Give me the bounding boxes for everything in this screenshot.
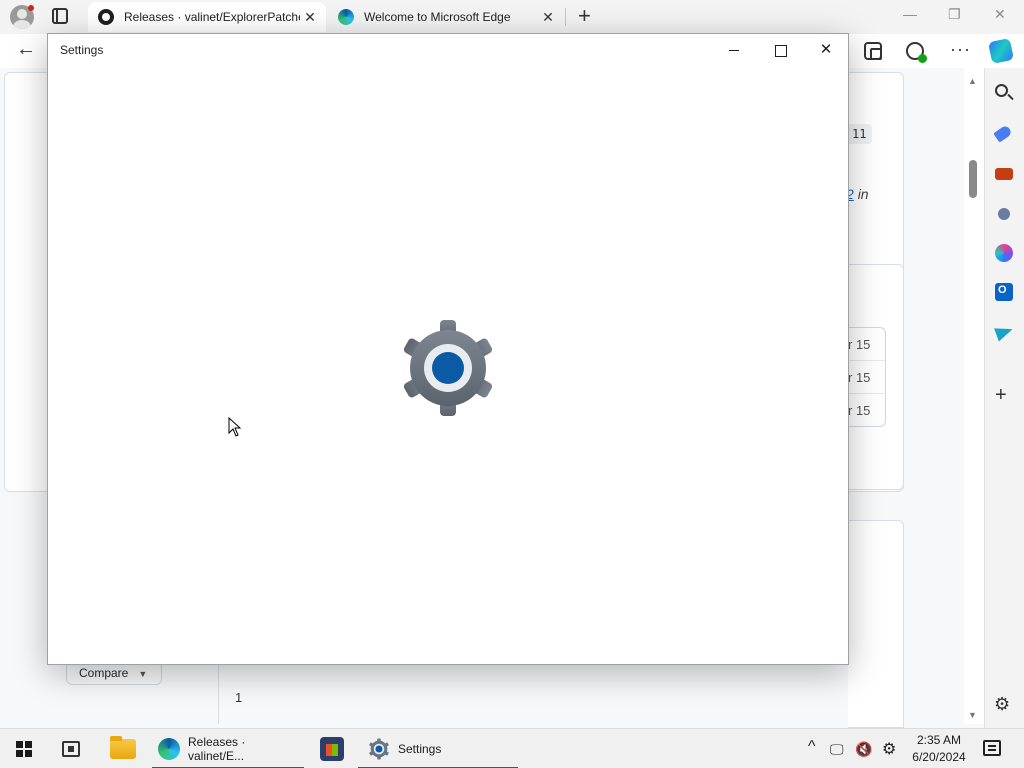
clock-date: 6/20/2024 (912, 750, 966, 764)
caret-down-icon: ▼ (138, 669, 148, 679)
asset-date: r 15 (848, 328, 885, 361)
profile-notification-badge (28, 5, 34, 11)
microsoft-365-icon[interactable] (995, 244, 1013, 262)
new-tab-button[interactable]: + (578, 5, 591, 27)
tab-releases[interactable]: Releases · valinet/ExplorerPatcher ✕ (88, 2, 326, 32)
close-button[interactable]: ✕ (806, 38, 846, 62)
maximize-button[interactable] (760, 38, 800, 62)
content-divider (218, 660, 219, 724)
taskbar-app-label: Settings (398, 742, 442, 756)
copilot-icon[interactable] (987, 37, 1015, 65)
taskbar-app-settings[interactable]: Settings (358, 729, 518, 768)
taskbar: Releases · valinet/E... Settings ^ 🖵 🔇 ⚙… (0, 728, 1024, 768)
window-title: Settings (60, 43, 104, 57)
clock-time: 2:35 AM (916, 733, 962, 747)
more-options-button[interactable]: ··· (950, 39, 971, 60)
drop-send-icon[interactable] (994, 322, 1015, 342)
tab-close-icon[interactable]: ✕ (300, 9, 320, 26)
browser-close-button[interactable]: ✕ (994, 6, 1006, 23)
start-button[interactable] (16, 741, 32, 757)
outlook-icon[interactable] (995, 283, 1013, 301)
compare-label: Compare (79, 666, 129, 680)
microsoft-store-icon[interactable] (320, 737, 344, 761)
tab-label: Releases · valinet/ExplorerPatcher (124, 10, 300, 24)
tab-actions-icon[interactable] (52, 8, 68, 24)
settings-gear-icon (403, 320, 493, 416)
text-fragment: 2 in (846, 186, 869, 202)
collections-icon[interactable] (864, 42, 882, 60)
show-hidden-icons-chevron-icon[interactable]: ^ (808, 738, 816, 756)
asset-date-list: r 15 r 15 r 15 (848, 327, 886, 427)
asset-date: r 15 (848, 403, 871, 418)
page-scrollbar[interactable]: ▲ ▼ (964, 68, 984, 724)
tab-divider (565, 8, 566, 26)
edge-icon (338, 9, 354, 25)
task-view-icon[interactable] (62, 741, 80, 757)
sidebar-settings-icon[interactable]: ⚙ (994, 694, 1012, 714)
github-icon (98, 9, 114, 25)
taskbar-app-label: Releases · valinet/E... (188, 735, 246, 763)
search-icon[interactable] (995, 84, 1008, 97)
taskbar-app-edge[interactable]: Releases · valinet/E... (152, 729, 304, 768)
browser-tab-strip: Releases · valinet/ExplorerPatcher ✕ Wel… (0, 0, 1024, 34)
games-icon[interactable] (998, 208, 1010, 220)
add-sidebar-app-icon[interactable]: + (995, 384, 1013, 406)
tab-welcome-edge[interactable]: Welcome to Microsoft Edge ✕ (328, 2, 564, 32)
scroll-down-icon[interactable]: ▼ (968, 710, 977, 720)
tools-icon[interactable] (995, 168, 1013, 180)
performance-icon[interactable] (906, 42, 927, 63)
volume-muted-icon[interactable]: 🔇 (855, 741, 872, 758)
release-card-lower (848, 520, 904, 728)
tab-close-icon[interactable]: ✕ (538, 9, 558, 26)
page-number: 1 (235, 690, 243, 705)
browser-sidebar: + ⚙ (984, 68, 1024, 728)
scroll-thumb[interactable] (969, 160, 977, 198)
shopping-tag-icon[interactable] (993, 124, 1013, 143)
notifications-icon[interactable] (983, 740, 1001, 756)
minimize-button[interactable] (714, 38, 754, 62)
tab-label: Welcome to Microsoft Edge (364, 10, 511, 24)
settings-gear-icon (369, 738, 389, 760)
edge-icon (158, 738, 180, 760)
mouse-cursor-icon (228, 417, 242, 437)
tag-code-fragment: 11 (846, 124, 873, 144)
back-button[interactable]: ← (16, 38, 36, 61)
italic-text: in (857, 186, 869, 202)
system-clock[interactable]: 2:35 AM 6/20/2024 (908, 732, 970, 766)
settings-window: Settings ✕ (47, 33, 849, 665)
asset-date: r 15 (848, 361, 885, 394)
file-explorer-icon[interactable] (110, 736, 136, 759)
browser-minimize-button[interactable]: — (903, 6, 917, 22)
browser-restore-button[interactable]: ❐ (948, 6, 961, 23)
tray-settings-icon[interactable]: ⚙ (882, 739, 896, 759)
network-icon[interactable]: 🖵 (830, 741, 844, 758)
scroll-up-icon[interactable]: ▲ (968, 76, 977, 86)
